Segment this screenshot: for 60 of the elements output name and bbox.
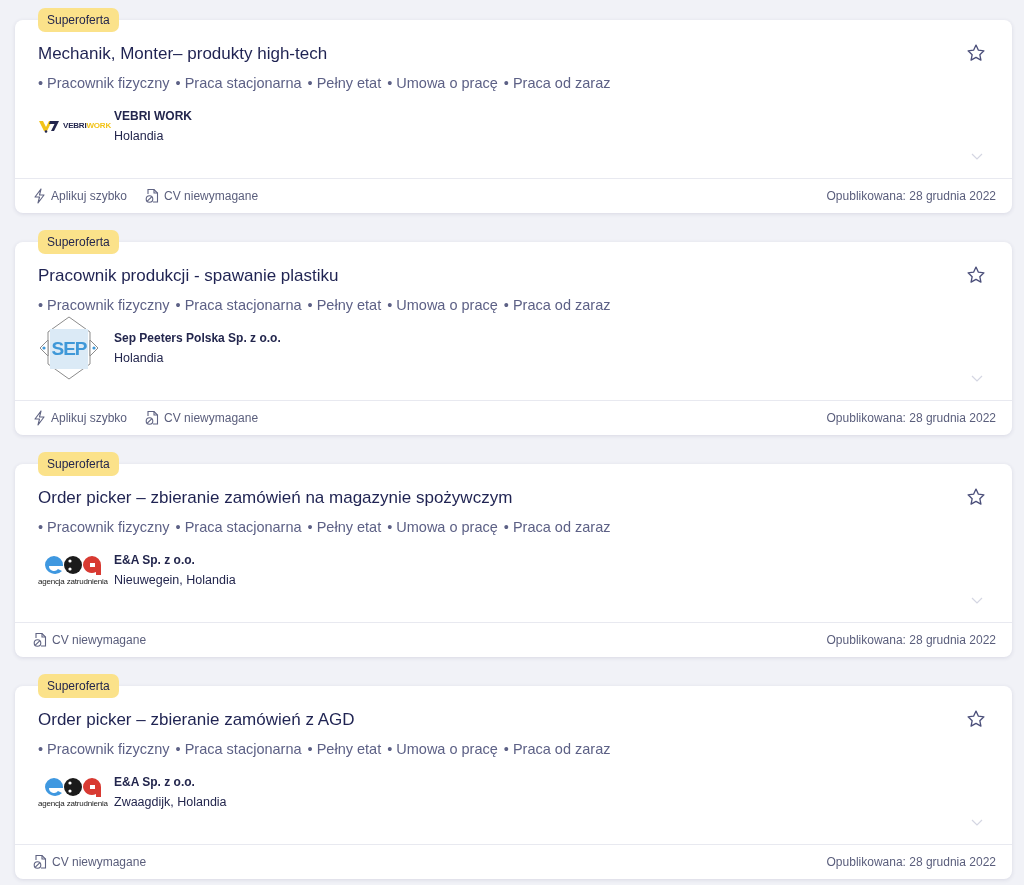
lightning-icon (33, 410, 46, 426)
job-tag: • Umowa o pracę (387, 73, 498, 93)
company-name[interactable]: VEBRI WORK (114, 109, 192, 123)
offer-title[interactable]: Order picker – zbieranie zamówień na magazynie spożywczym (38, 487, 513, 509)
company-name[interactable]: Sep Peeters Polska Sp. z o.o. (114, 331, 281, 345)
job-tag: • Praca od zaraz (503, 517, 611, 537)
offer-title[interactable]: Order picker – zbieranie zamówień z AGD (38, 709, 355, 731)
job-tag: • Pełny etat (307, 517, 382, 537)
company-logo: VEBRIWORK (38, 119, 111, 133)
company-logo: agencja zatrudnienia (38, 776, 108, 808)
document-icon (33, 632, 47, 648)
job-tag: • Umowa o pracę (387, 517, 498, 537)
job-tag: • Pełny etat (307, 295, 382, 315)
company-name[interactable]: E&A Sp. z o.o. (114, 553, 236, 567)
feature-label: Aplikuj szybko (51, 188, 128, 205)
offer-title[interactable]: Mechanik, Monter– produkty high-tech (38, 43, 328, 65)
published-date: Opublikowana: 28 grudnia 2022 (826, 632, 996, 649)
job-tag: • Praca stacjonarna (175, 73, 302, 93)
offer-badge: Superoferta (38, 452, 119, 476)
job-location: Holandia (114, 351, 165, 365)
job-tag: • Praca stacjonarna (175, 739, 302, 759)
feature-label: CV niewymagane (52, 632, 147, 649)
feature-label: CV niewymagane (164, 188, 259, 205)
document-icon (33, 854, 47, 870)
job-tag: • Pełny etat (307, 739, 382, 759)
feature-label: Aplikuj szybko (51, 410, 128, 427)
job-location: Holandia (114, 129, 165, 143)
star-icon[interactable] (966, 487, 986, 507)
job-tag: • Praca stacjonarna (175, 517, 302, 537)
job-tag: • Praca od zaraz (503, 739, 611, 759)
published-date: Opublikowana: 28 grudnia 2022 (826, 410, 996, 427)
job-tag: • Umowa o pracę (387, 739, 498, 759)
company-logo: agencja zatrudnienia (38, 554, 108, 586)
feature-label: CV niewymagane (52, 854, 147, 871)
job-tag: • Umowa o pracę (387, 295, 498, 315)
offer-badge: Superoferta (38, 8, 119, 32)
company-logo: SEP (38, 316, 100, 380)
lightning-icon (33, 188, 46, 204)
job-location: Zwaagdijk, Holandia (114, 795, 227, 809)
job-tag: • Pracownik fizyczny (38, 295, 170, 315)
job-tag: • Pełny etat (307, 73, 382, 93)
feature-label: CV niewymagane (164, 410, 259, 427)
job-tag: • Praca od zaraz (503, 73, 611, 93)
star-icon[interactable] (966, 43, 986, 63)
document-icon (145, 188, 160, 204)
job-tag: • Pracownik fizyczny (38, 739, 170, 759)
published-date: Opublikowana: 28 grudnia 2022 (826, 854, 996, 871)
star-icon[interactable] (966, 709, 986, 729)
job-tag: • Praca stacjonarna (175, 295, 302, 315)
offer-title[interactable]: Pracownik produkcji - spawanie plastiku (38, 265, 339, 287)
company-name[interactable]: E&A Sp. z o.o. (114, 775, 227, 789)
job-location: Nieuwegein, Holandia (114, 573, 236, 587)
published-date: Opublikowana: 28 grudnia 2022 (826, 188, 996, 205)
document-icon (145, 410, 160, 426)
offer-badge: Superoferta (38, 674, 119, 698)
star-icon[interactable] (966, 265, 986, 285)
job-tag: • Praca od zaraz (503, 295, 611, 315)
job-tag: • Pracownik fizyczny (38, 73, 170, 93)
offer-badge: Superoferta (38, 230, 119, 254)
job-tag: • Pracownik fizyczny (38, 517, 170, 537)
